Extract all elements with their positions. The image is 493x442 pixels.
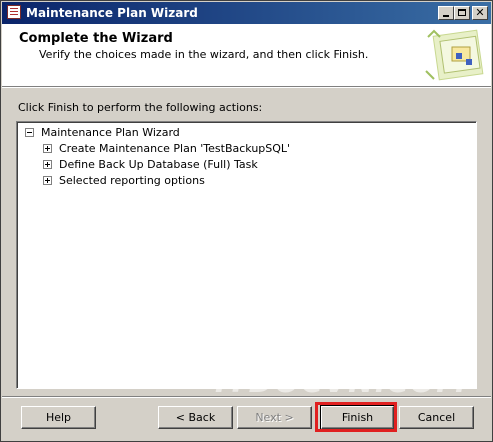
- tree-item-label: Selected reporting options: [59, 174, 205, 187]
- header-divider: [2, 87, 491, 88]
- cancel-button[interactable]: Cancel: [399, 406, 474, 429]
- title-bar[interactable]: Maintenance Plan Wizard ✕: [2, 2, 491, 24]
- footer-divider-highlight: [2, 397, 491, 398]
- page-title: Complete the Wizard: [19, 31, 173, 46]
- tree-item-label: Define Back Up Database (Full) Task: [59, 158, 258, 171]
- expand-icon[interactable]: [43, 176, 52, 185]
- minimize-button[interactable]: [438, 6, 454, 20]
- window-title: Maintenance Plan Wizard: [26, 6, 198, 20]
- maintenance-plan-icon: [7, 5, 21, 19]
- close-button[interactable]: ✕: [472, 6, 488, 20]
- next-button[interactable]: Next >: [237, 406, 312, 429]
- tree-item-label: Create Maintenance Plan 'TestBackupSQL': [59, 142, 291, 155]
- wizard-header: Complete the Wizard Verify the choices m…: [2, 24, 491, 87]
- wizard-banner-icon: [425, 29, 484, 81]
- help-button[interactable]: Help: [21, 406, 96, 429]
- tree-root-label: Maintenance Plan Wizard: [41, 126, 180, 139]
- expand-icon[interactable]: [43, 144, 52, 153]
- back-button[interactable]: < Back: [158, 406, 233, 429]
- wizard-window: Maintenance Plan Wizard ✕ Complete the W…: [0, 0, 493, 442]
- page-subtitle: Verify the choices made in the wizard, a…: [39, 48, 369, 61]
- actions-tree[interactable]: Maintenance Plan Wizard Create Maintenan…: [16, 121, 477, 389]
- maximize-button[interactable]: [454, 6, 470, 20]
- finish-button[interactable]: Finish: [320, 405, 395, 430]
- collapse-icon[interactable]: [25, 128, 34, 137]
- expand-icon[interactable]: [43, 160, 52, 169]
- actions-prompt: Click Finish to perform the following ac…: [18, 101, 263, 114]
- watermark: ITDOCVN.COM: [215, 365, 468, 400]
